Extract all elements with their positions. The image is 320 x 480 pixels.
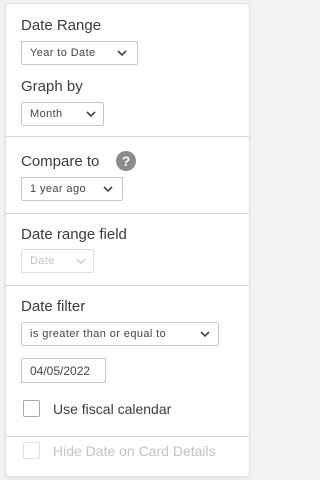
- fiscal-calendar-checkbox[interactable]: [23, 400, 40, 417]
- chevron-down-icon: [200, 331, 210, 338]
- section-divider: [6, 285, 249, 286]
- date-range-field-select: Date: [21, 249, 94, 273]
- graph-by-value: Month: [30, 108, 63, 120]
- date-range-heading: Date Range: [21, 17, 102, 34]
- date-filter-value: 04/05/2022: [30, 364, 91, 378]
- date-filter-value-input[interactable]: 04/05/2022: [21, 358, 106, 383]
- chevron-down-icon: [86, 111, 96, 118]
- fiscal-calendar-label[interactable]: Use fiscal calendar: [53, 401, 171, 418]
- date-range-select[interactable]: Year to Date: [21, 41, 138, 65]
- compare-to-value: 1 year ago: [30, 183, 86, 195]
- chevron-down-icon: [103, 186, 113, 193]
- date-filter-operator-value: is greater than or equal to: [30, 328, 167, 340]
- chevron-down-icon: [76, 258, 86, 265]
- date-range-field-value: Date: [30, 255, 55, 267]
- chevron-down-icon: [117, 50, 127, 57]
- help-icon[interactable]: ?: [116, 151, 136, 171]
- hide-date-checkbox: [23, 442, 40, 459]
- date-range-value: Year to Date: [30, 47, 96, 59]
- date-settings-panel: Date Range Year to Date Graph by Month C…: [6, 4, 249, 476]
- graph-by-heading: Graph by: [21, 78, 83, 95]
- date-filter-operator-select[interactable]: is greater than or equal to: [21, 322, 219, 346]
- hide-date-label: Hide Date on Card Details: [53, 443, 216, 459]
- section-divider: [6, 213, 249, 214]
- graph-by-select[interactable]: Month: [21, 102, 104, 126]
- compare-to-select[interactable]: 1 year ago: [21, 177, 123, 201]
- compare-to-heading: Compare to: [21, 153, 100, 170]
- date-range-field-heading: Date range field: [21, 226, 127, 243]
- date-filter-heading: Date filter: [21, 298, 86, 315]
- section-divider: [6, 436, 249, 437]
- section-divider: [6, 136, 249, 137]
